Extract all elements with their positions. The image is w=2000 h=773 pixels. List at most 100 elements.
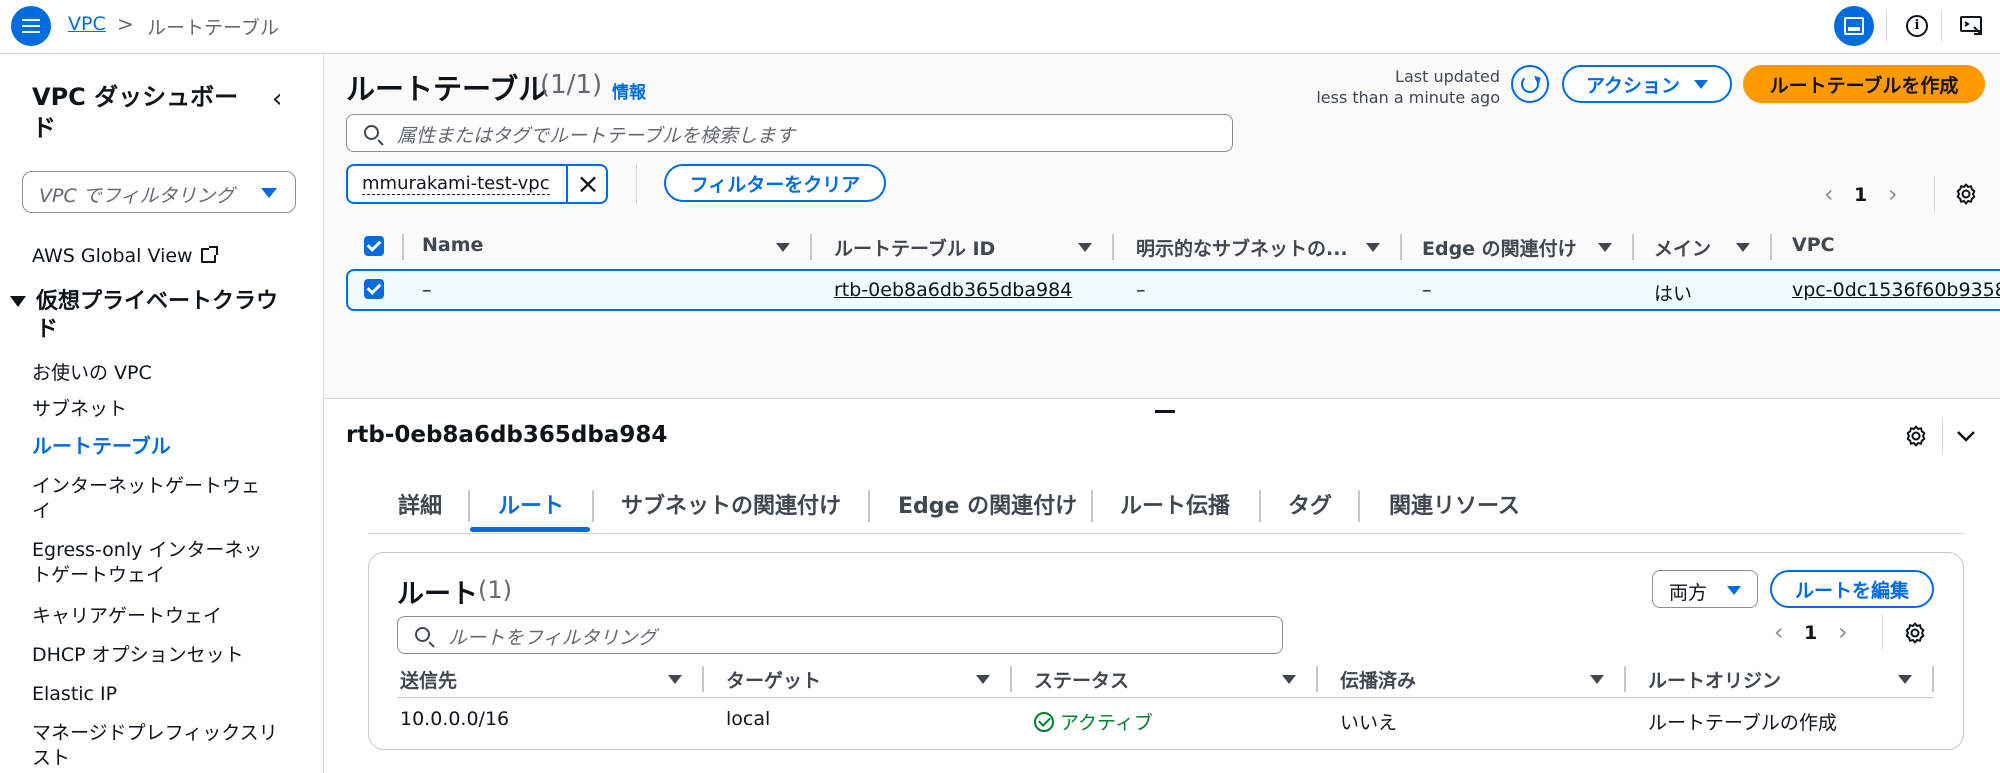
divider [1941, 10, 1942, 42]
sort-icon[interactable] [976, 675, 990, 684]
clear-filters-button[interactable]: フィルターをクリア [664, 164, 886, 202]
sidebar-item-egress-only-gateways[interactable]: Egress-only インターネットゲートウェイ [32, 538, 272, 588]
select-all-checkbox[interactable] [364, 236, 384, 256]
info-link[interactable]: 情報 [612, 78, 646, 103]
divider [468, 490, 470, 522]
last-updated: Last updated less than a minute ago [1316, 66, 1500, 108]
chevron-down-icon[interactable] [1954, 428, 1978, 444]
sidebar-item-internet-gateways[interactable]: インターネットゲートウェイ [32, 474, 267, 524]
gear-icon[interactable] [1954, 182, 1978, 206]
row-checkbox[interactable] [364, 279, 384, 299]
chevron-right-icon[interactable]: › [1838, 618, 1848, 646]
routes-count: (1) [478, 576, 512, 604]
chevron-left-icon[interactable]: ‹ [1774, 618, 1784, 646]
cell-target: local [726, 708, 771, 730]
gear-icon[interactable] [1904, 424, 1928, 448]
sort-icon[interactable] [1366, 243, 1380, 252]
tab-routes[interactable]: ルート [498, 488, 564, 520]
tab-related-resources[interactable]: 関連リソース [1389, 488, 1520, 520]
sidebar-item-subnets[interactable]: サブネット [32, 397, 272, 422]
divider [1316, 666, 1318, 692]
gear-icon[interactable] [1903, 621, 1927, 645]
cloudshell-icon[interactable] [1952, 6, 1992, 46]
column-header-status[interactable]: ステータス [1034, 666, 1129, 693]
resize-handle[interactable] [1155, 410, 1175, 413]
sort-icon[interactable] [1282, 675, 1296, 684]
sort-icon[interactable] [776, 243, 790, 252]
sidebar-item-global-view[interactable]: AWS Global View [32, 244, 272, 269]
info-icon[interactable]: i [1897, 6, 1937, 46]
routes-search-input[interactable]: ルートをフィルタリング [397, 616, 1283, 654]
sidebar-item-carrier-gateways[interactable]: キャリアゲートウェイ [32, 604, 272, 629]
divider [1934, 176, 1935, 212]
sort-icon[interactable] [1078, 243, 1092, 252]
table-row[interactable]: – rtb-0eb8a6db365dba984 – – はい vpc-0dc15… [346, 269, 2000, 311]
sidebar-item-label: AWS Global View [32, 245, 193, 267]
column-header-id[interactable]: ルートテーブル ID [834, 234, 995, 261]
page-count: (1/1) [540, 70, 603, 100]
refresh-icon [1521, 75, 1539, 93]
sidebar-item-dhcp-options[interactable]: DHCP オプションセット [32, 643, 272, 668]
tab-route-propagation[interactable]: ルート伝播 [1120, 488, 1230, 520]
edit-routes-button[interactable]: ルートを編集 [1770, 570, 1934, 608]
tab-tags[interactable]: タグ [1288, 488, 1332, 520]
route-table-search-input[interactable]: 属性またはタグでルートテーブルを検索します [346, 114, 1233, 152]
active-tab-indicator [470, 527, 590, 532]
sidebar-item-elastic-ip[interactable]: Elastic IP [32, 682, 272, 707]
divider [810, 234, 812, 260]
column-header-propagated[interactable]: 伝播済み [1340, 666, 1416, 693]
column-header-vpc[interactable]: VPC [1792, 234, 1835, 256]
tab-subnet-associations[interactable]: サブネットの関連付け [621, 488, 841, 520]
column-header-target[interactable]: ターゲット [726, 666, 821, 693]
chevron-right-icon[interactable]: › [1888, 180, 1898, 208]
page-number[interactable]: 1 [1854, 184, 1867, 206]
sidebar-item-prefix-lists[interactable]: マネージドプレフィックスリスト [32, 721, 282, 771]
sidebar-item-route-tables[interactable]: ルートテーブル [32, 434, 272, 459]
cell-vpc-link[interactable]: vpc-0dc1536f60b9358 [1792, 279, 2000, 301]
sidebar-section-vpc[interactable]: 仮想プライベートクラウド [10, 288, 280, 344]
sidebar-item-your-vpcs[interactable]: お使いの VPC [32, 361, 272, 386]
sidebar: VPC ダッシュボード ‹ VPC でフィルタリング AWS Global Vi… [0, 54, 324, 773]
pagination: ‹ 1 › [1824, 180, 1914, 208]
column-header-subnet[interactable]: 明示的なサブネットの... [1136, 234, 1348, 261]
page-number[interactable]: 1 [1804, 622, 1817, 644]
sidebar-title[interactable]: VPC ダッシュボード [32, 82, 252, 144]
cell-propagated: いいえ [1340, 712, 1398, 734]
sort-icon[interactable] [1590, 675, 1604, 684]
tab-edge-associations[interactable]: Edge の関連付け [898, 488, 1077, 520]
chevron-left-icon[interactable]: ‹ [272, 84, 282, 114]
column-header-destination[interactable]: 送信先 [400, 666, 457, 693]
sort-icon[interactable] [1598, 243, 1612, 252]
split-panel-icon[interactable] [1834, 6, 1874, 46]
close-icon[interactable]: × [566, 166, 608, 202]
divider [402, 234, 404, 260]
sort-icon[interactable] [1898, 675, 1912, 684]
divider [868, 490, 870, 522]
sort-icon[interactable] [1736, 243, 1750, 252]
refresh-button[interactable] [1511, 65, 1549, 103]
divider [1632, 234, 1634, 260]
column-header-origin[interactable]: ルートオリジン [1648, 666, 1781, 693]
routes-title: ルート [397, 579, 478, 610]
divider [1091, 490, 1093, 522]
menu-icon[interactable] [11, 6, 51, 46]
divider [702, 666, 704, 692]
column-header-main[interactable]: メイン [1654, 234, 1711, 261]
vpc-filter-select[interactable]: VPC でフィルタリング [22, 171, 296, 213]
route-table-list-panel [325, 54, 2000, 398]
caret-down-icon [261, 188, 277, 198]
column-header-edge[interactable]: Edge の関連付け [1422, 234, 1577, 261]
tab-details[interactable]: 詳細 [398, 488, 442, 520]
top-navigation-bar: VPC > ルートテーブル i [0, 0, 2000, 54]
route-type-select[interactable]: 両方 [1652, 570, 1758, 608]
breadcrumb-vpc-link[interactable]: VPC [68, 13, 106, 35]
sort-icon[interactable] [668, 675, 682, 684]
create-route-table-button[interactable]: ルートテーブルを作成 [1743, 65, 1985, 103]
actions-button[interactable]: アクション [1562, 65, 1732, 103]
cell-route-table-id-link[interactable]: rtb-0eb8a6db365dba984 [834, 279, 1072, 301]
last-updated-label: Last updated [1395, 67, 1500, 86]
search-icon [415, 627, 430, 642]
column-header-name[interactable]: Name [422, 234, 483, 256]
filter-token-label[interactable]: mmurakami-test-vpc [362, 174, 550, 195]
chevron-left-icon[interactable]: ‹ [1824, 180, 1834, 208]
